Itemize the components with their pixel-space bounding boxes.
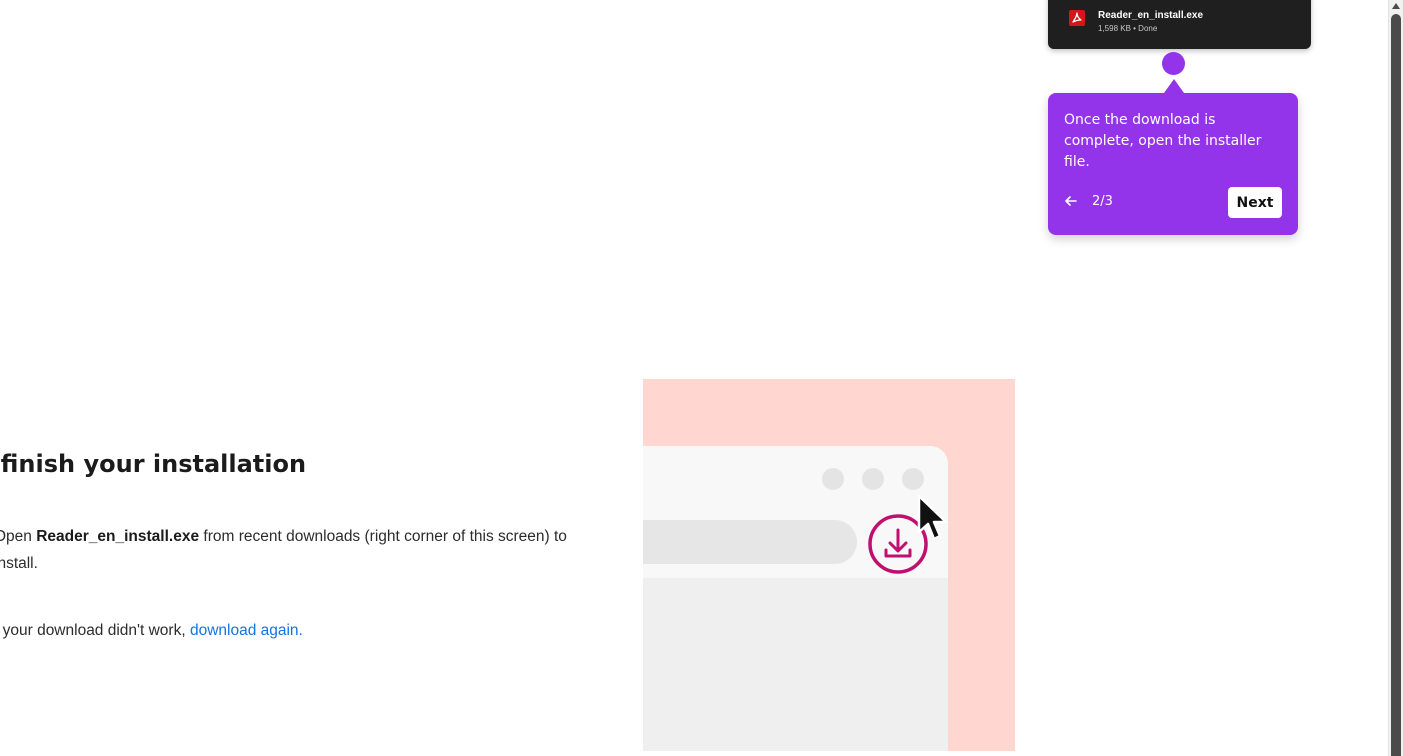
page: Reader_en_install.exe 1,598 KB • Done On… xyxy=(0,0,1403,756)
download-again-link[interactable]: download again. xyxy=(190,622,303,639)
instruction-filename: Reader_en_install.exe xyxy=(36,528,200,545)
window-control-dot xyxy=(822,468,844,490)
retry-text: f your download didn't work, download ag… xyxy=(0,617,303,644)
next-button[interactable]: Next xyxy=(1228,187,1282,218)
window-control-dot xyxy=(902,468,924,490)
instruction-prefix: Open xyxy=(0,528,32,545)
scrollbar-thumb[interactable] xyxy=(1391,14,1401,756)
download-filename[interactable]: Reader_en_install.exe xyxy=(1098,10,1203,21)
browser-mockup xyxy=(643,446,948,751)
tooltip-step-counter: 2/3 xyxy=(1092,194,1113,209)
install-illustration xyxy=(643,379,1015,751)
page-title: s finish your installation xyxy=(0,450,307,478)
beacon-dot xyxy=(1162,52,1185,75)
download-popup[interactable]: Reader_en_install.exe 1,598 KB • Done xyxy=(1048,0,1311,49)
scroll-up-arrow-icon[interactable] xyxy=(1392,3,1400,9)
browser-titlebar xyxy=(643,446,948,578)
download-status: 1,598 KB • Done xyxy=(1098,24,1158,33)
guide-tooltip: Once the download is complete, open the … xyxy=(1048,79,1298,235)
install-instruction: Open Reader_en_install.exe from recent d… xyxy=(0,523,594,577)
window-control-dot xyxy=(862,468,884,490)
vertical-scrollbar[interactable] xyxy=(1388,0,1403,756)
tooltip-arrow xyxy=(1164,79,1184,93)
retry-prefix: f your download didn't work, xyxy=(0,622,190,639)
tooltip-message: Once the download is complete, open the … xyxy=(1064,112,1262,170)
pdf-icon xyxy=(1069,10,1085,26)
address-bar xyxy=(643,520,857,564)
mouse-cursor-icon xyxy=(917,494,948,541)
arrow-left-icon[interactable] xyxy=(1063,193,1079,209)
